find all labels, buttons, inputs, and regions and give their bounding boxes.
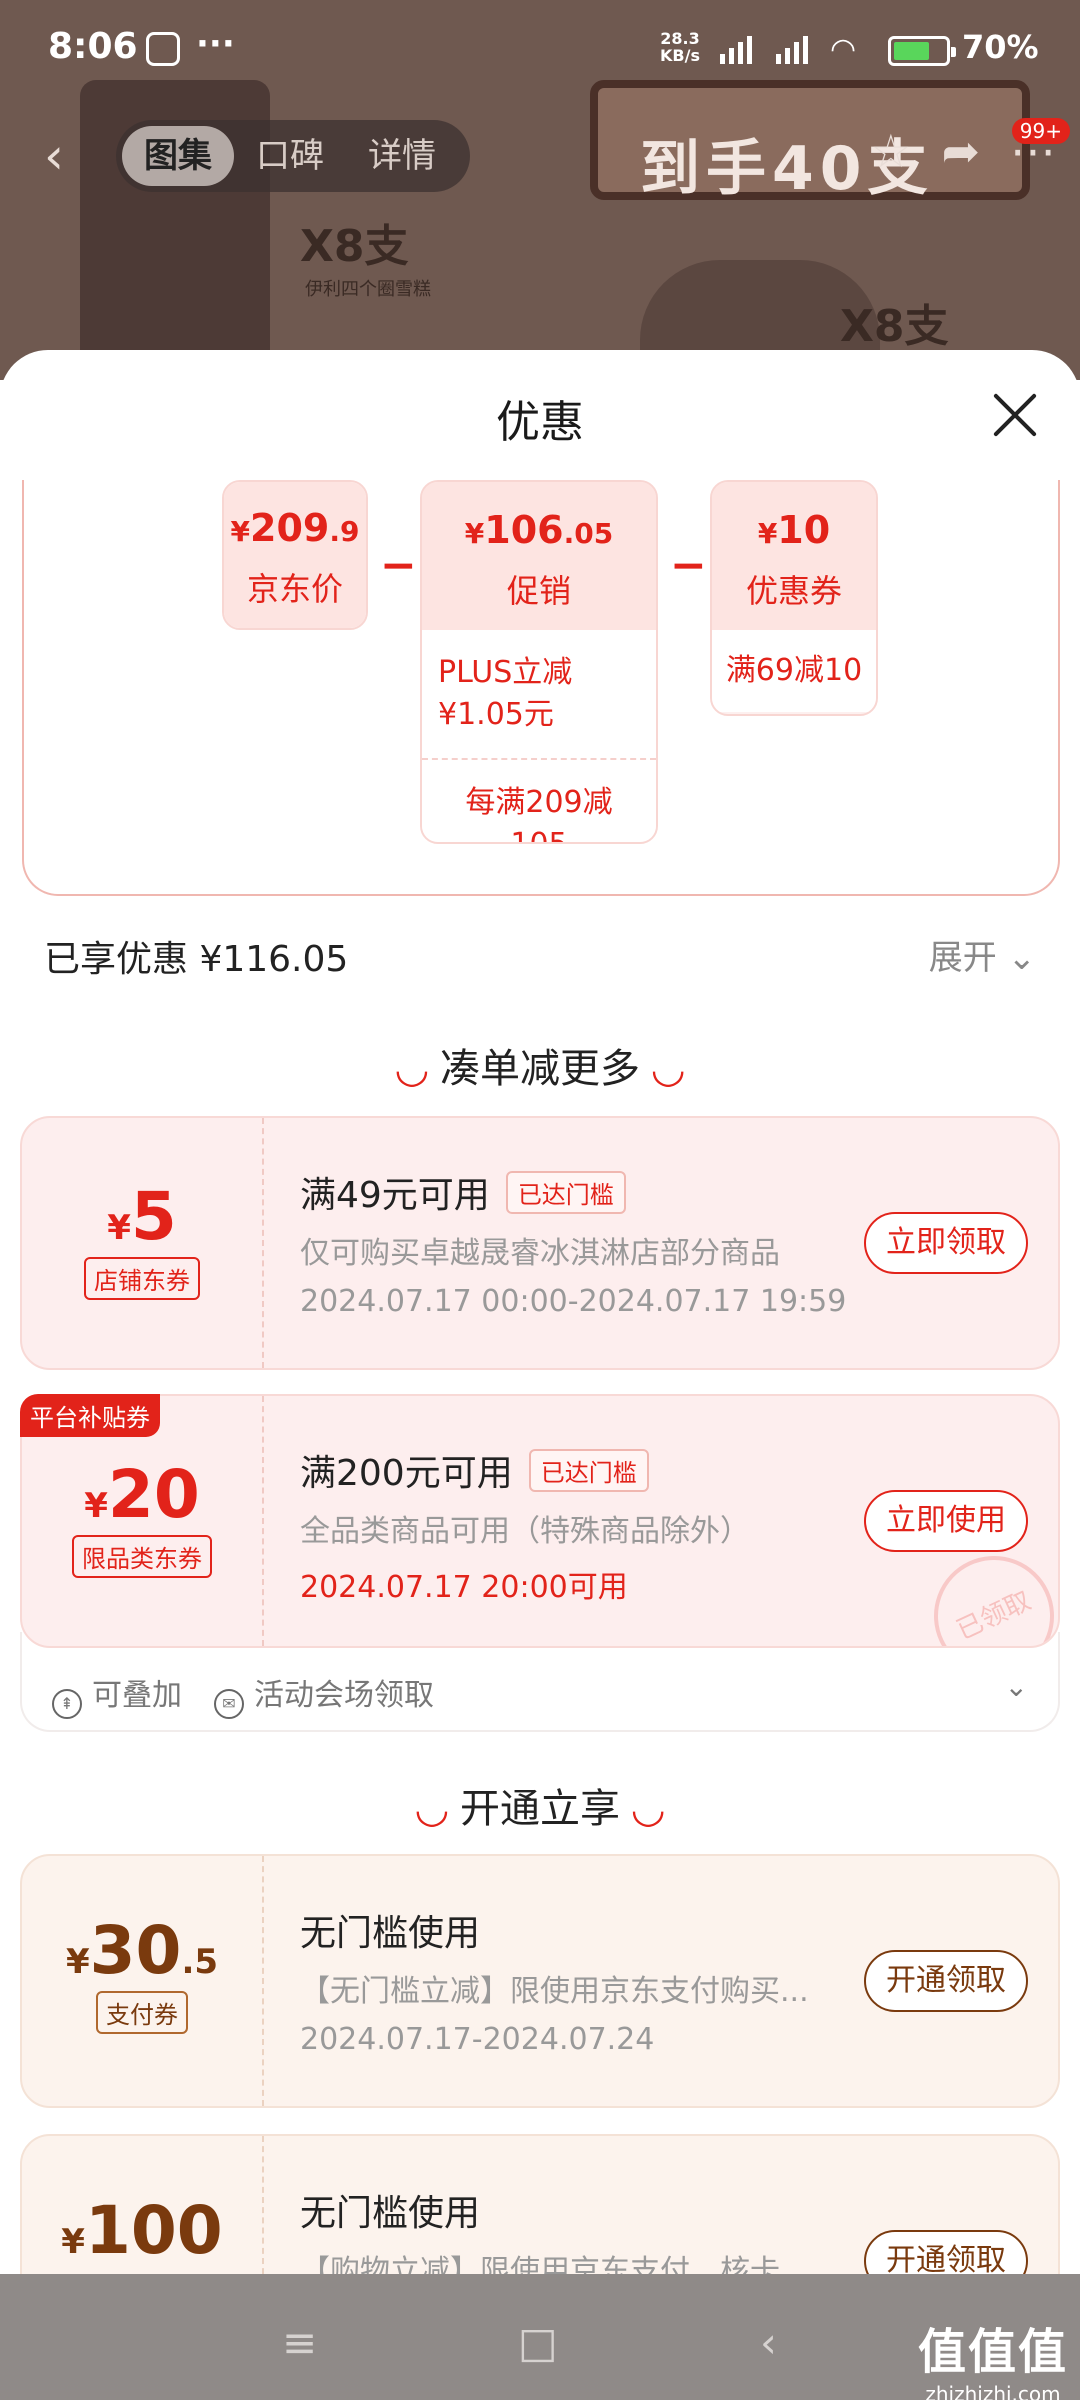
home-icon[interactable]: □	[518, 2318, 558, 2367]
venue-info: ✉ 活动会场领取	[214, 1670, 434, 1719]
venue-icon: ✉	[214, 1689, 244, 1719]
minus-sign: −	[380, 540, 417, 591]
close-icon[interactable]	[990, 390, 1040, 440]
network-speed: 28.3 KB/s	[660, 29, 700, 65]
signal-icon-2	[776, 30, 808, 64]
chevron-down-icon[interactable]: ⌄	[1005, 1670, 1028, 1703]
promotion-label: 促销	[506, 572, 571, 610]
stackable-info: ⇞ 可叠加	[52, 1670, 182, 1719]
jd-price-label: 京东价	[246, 570, 343, 608]
site-watermark: 值值值 zhizhizhi.com	[917, 2324, 1068, 2400]
tab-details[interactable]: 详情	[346, 126, 458, 186]
smile-icon: ◡	[652, 1046, 684, 1092]
signal-icon	[720, 30, 752, 64]
coupon-title: 无门槛使用	[300, 2193, 481, 2234]
coupon-type-tag: 限品类东券	[72, 1535, 212, 1578]
status-bar: 8:06 ··· 28.3 KB/s ◠ 70%	[0, 0, 1080, 100]
platform-subsidy-ribbon: 平台补贴券	[20, 1394, 160, 1437]
promotion-box: ¥106.05 促销 PLUS立减 ¥1.05元 每满209减105	[420, 480, 658, 844]
section-title-more: ◡ 凑单减更多 ◡	[396, 1046, 684, 1092]
price-breakdown: ¥209.9 京东价 − ¥106.05 促销 PLUS立减 ¥1.05元 每满…	[22, 480, 1060, 896]
share-icon[interactable]: ➦	[941, 124, 980, 178]
coupon-condition: 满69减10	[712, 630, 876, 712]
coupon-title: 无门槛使用	[300, 1913, 481, 1954]
smile-icon: ◡	[416, 1786, 448, 1832]
promotion-amount: ¥106.05	[464, 508, 614, 552]
battery-percent: 70%	[962, 28, 1039, 66]
product-count-text: X8支	[300, 221, 409, 272]
coupon-validity: 2024.07.17 00:00-2024.07.17 19:59	[300, 1284, 847, 1319]
coupon-amount: ¥10	[757, 508, 831, 552]
coupon-label: 优惠券	[745, 572, 842, 610]
coupon-type-tag: 店铺东券	[84, 1257, 200, 1300]
product-count-text-2: X8支	[840, 301, 949, 352]
full-reduction: 每满209减105	[422, 758, 656, 842]
coupon-description: 【无门槛立减】限使用京东支付购买...	[300, 1974, 809, 2009]
discount-sheet: 优惠 ¥209.9 京东价 − ¥106.05 促销 PLUS立减 ¥1.05元…	[0, 350, 1080, 2400]
clock-icon	[146, 32, 180, 66]
reached-threshold-badge: 已达门槛	[528, 1449, 649, 1492]
stack-icon: ⇞	[52, 1689, 82, 1719]
product-name-text: 伊利四个圈雪糕	[305, 279, 431, 300]
smile-icon: ◡	[632, 1786, 664, 1832]
coupon-value: ¥5 店铺东券	[22, 1118, 264, 1368]
coupon-footer: ⇞ 可叠加 ✉ 活动会场领取 ⌄	[20, 1632, 1060, 1732]
section-title-open: ◡ 开通立享 ◡	[416, 1786, 664, 1832]
gallery-tabs: 图集 口碑 详情	[116, 120, 470, 192]
coupon-value: ¥30.5 支付券	[22, 1856, 264, 2106]
activate-claim-button[interactable]: 开通领取	[864, 1950, 1028, 2012]
back-icon[interactable]: ‹	[760, 2318, 777, 2367]
wifi-icon: ◠	[830, 32, 857, 67]
plus-discount: PLUS立减 ¥1.05元	[422, 630, 656, 758]
tab-reviews[interactable]: 口碑	[234, 126, 346, 186]
claim-coupon-button[interactable]: 立即领取	[864, 1212, 1028, 1274]
coupon-title: 满200元可用 已达门槛	[300, 1444, 649, 1496]
menu-icon[interactable]: ≡	[282, 2318, 317, 2367]
reached-threshold-badge: 已达门槛	[505, 1171, 626, 1214]
back-button[interactable]: ‹	[44, 126, 84, 186]
battery-icon	[888, 36, 956, 66]
sheet-title: 优惠	[496, 397, 584, 448]
smile-icon: ◡	[396, 1046, 428, 1092]
status-time: 8:06	[48, 26, 138, 67]
coupon-title: 满49元可用 已达门槛	[300, 1166, 626, 1218]
coupon-validity: 2024.07.17-2024.07.24	[300, 2022, 655, 2057]
use-coupon-button[interactable]: 立即使用	[864, 1490, 1028, 1552]
favorite-star-icon[interactable]: ☆	[870, 124, 911, 178]
expand-button[interactable]: 展开 ⌄	[929, 930, 1036, 979]
jd-price-amount: ¥209.9	[230, 506, 360, 550]
coupon-box: ¥10 优惠券 满69减10	[710, 480, 878, 716]
tab-gallery[interactable]: 图集	[122, 126, 234, 186]
minus-sign-2: −	[670, 540, 707, 591]
coupon-card-shop: ¥5 店铺东券 满49元可用 已达门槛 仅可购买卓越晟睿冰淇淋店部分商品 2024…	[20, 1116, 1060, 1370]
coupon-description: 全品类商品可用（特殊商品除外）	[300, 1514, 750, 1549]
coupon-card-payment: ¥30.5 支付券 无门槛使用 【无门槛立减】限使用京东支付购买... 2024…	[20, 1854, 1060, 2108]
coupon-description: 仅可购买卓越晟睿冰淇淋店部分商品	[300, 1236, 780, 1271]
coupon-type-tag: 支付券	[96, 1991, 188, 2034]
more-notifications-icon: ···	[196, 24, 235, 64]
jd-price-box: ¥209.9 京东价	[222, 480, 368, 630]
message-badge: 99+	[1011, 118, 1070, 144]
saved-total: 已享优惠 ¥116.05	[44, 939, 349, 980]
coupon-card-platform: ¥20 限品类东券 满200元可用 已达门槛 全品类商品可用（特殊商品除外） 20…	[20, 1394, 1060, 1648]
coupon-validity: 2024.07.17 20:00可用	[300, 1570, 628, 1605]
